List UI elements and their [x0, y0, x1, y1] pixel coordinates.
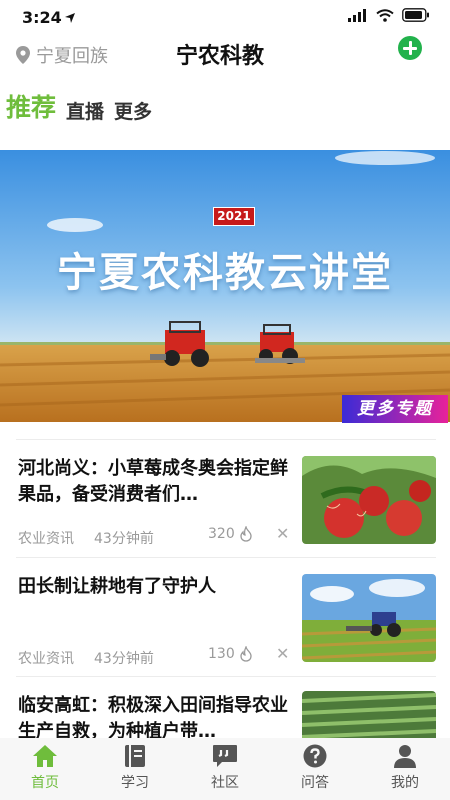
- hot-count-value: 130: [208, 646, 235, 662]
- article-time: 43分钟前: [94, 651, 154, 667]
- article-time: 43分钟前: [94, 531, 154, 547]
- close-icon[interactable]: ✕: [276, 644, 289, 663]
- nav-qa-label: 问答: [301, 775, 329, 791]
- tab-recommend[interactable]: 推荐: [6, 88, 56, 124]
- status-icons: [348, 8, 430, 22]
- home-icon: [33, 745, 57, 767]
- signal-icon: [348, 8, 366, 22]
- nav-study[interactable]: 学习: [90, 738, 180, 800]
- article-item[interactable]: 河北尚义：小草莓成冬奥会指定鲜果品，备受消费者们… 农业资讯 43分钟前 320…: [0, 456, 450, 570]
- nav-community-label: 社区: [211, 775, 239, 791]
- banner-title: 宁夏农科教云讲堂: [57, 250, 393, 296]
- status-bar: 3:24: [0, 0, 450, 34]
- nav-study-label: 学习: [121, 775, 149, 791]
- page-title: 宁农科教: [175, 44, 264, 69]
- chat-bubble-icon: [213, 745, 237, 767]
- article-hot-count: 320: [208, 526, 253, 542]
- wifi-icon: [376, 8, 394, 22]
- more-topics-button[interactable]: 更多专题: [342, 395, 448, 423]
- nav-community[interactable]: 社区: [180, 738, 270, 800]
- article-title[interactable]: 田长制让耕地有了守护人: [18, 574, 290, 600]
- book-icon: [125, 745, 145, 767]
- battery-icon: [402, 8, 429, 22]
- question-icon: [303, 744, 327, 768]
- location-arrow-icon: [65, 13, 75, 23]
- bottom-nav: 首页 学习 社区 问答 我的: [0, 738, 450, 800]
- divider: [16, 557, 436, 558]
- tab-more[interactable]: 更多: [114, 97, 152, 124]
- article-item[interactable]: 田长制让耕地有了守护人 农业资讯 43分钟前 130 ✕: [0, 574, 450, 688]
- divider: [16, 439, 436, 440]
- article-meta: 农业资讯 43分钟前: [18, 648, 154, 668]
- close-icon[interactable]: ✕: [276, 524, 289, 543]
- nav-qa[interactable]: 问答: [270, 738, 360, 800]
- flame-icon: [240, 646, 252, 662]
- category-tabs: 推荐 直播 更多: [6, 88, 152, 124]
- article-category: 农业资讯: [18, 651, 74, 667]
- status-time: 3:24: [22, 8, 62, 27]
- article-thumbnail[interactable]: [302, 456, 436, 544]
- article-thumbnail[interactable]: [302, 574, 436, 662]
- article-hot-count: 130: [208, 646, 253, 662]
- nav-mine-label: 我的: [391, 775, 419, 791]
- strawberry-image: [302, 456, 436, 544]
- article-meta: 农业资讯 43分钟前: [18, 528, 154, 548]
- divider: [16, 676, 436, 677]
- tab-live[interactable]: 直播: [66, 97, 104, 124]
- nav-home[interactable]: 首页: [0, 738, 90, 800]
- nav-home-label: 首页: [31, 775, 59, 791]
- app-header: 宁夏回族 宁农科教: [0, 34, 450, 78]
- banner-year-badge: 2021: [213, 207, 255, 226]
- flame-icon: [240, 526, 252, 542]
- article-title[interactable]: 河北尚义：小草莓成冬奥会指定鲜果品，备受消费者们…: [18, 456, 290, 508]
- nav-mine[interactable]: 我的: [360, 738, 450, 800]
- article-category: 农业资讯: [18, 531, 74, 547]
- farmland-tractor-image: [302, 574, 436, 662]
- add-button[interactable]: [398, 36, 422, 60]
- hot-count-value: 320: [208, 526, 235, 542]
- user-icon: [394, 745, 416, 768]
